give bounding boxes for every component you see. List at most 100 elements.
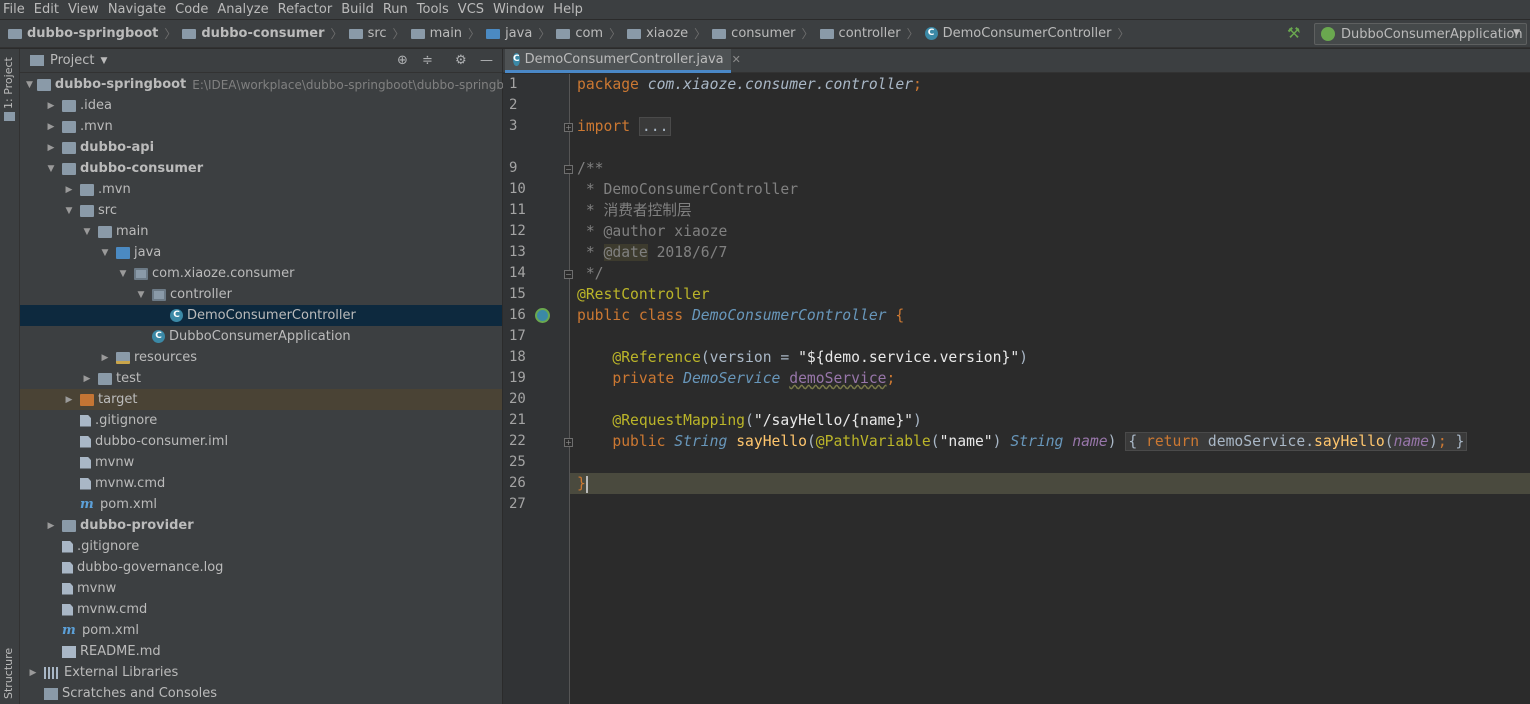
tree-item[interactable]: dubbo-governance.log <box>20 557 502 578</box>
menu-tools[interactable]: Tools <box>412 2 453 18</box>
code-line-3[interactable]: import ... <box>577 116 672 137</box>
code-line-21[interactable]: @RequestMapping("/sayHello/{name}") <box>577 410 922 431</box>
code-line-13[interactable]: * @date 2018/6/7 <box>577 242 727 263</box>
tree-item[interactable]: mvnw <box>20 452 502 473</box>
collapsed-arrow-icon[interactable]: ▶ <box>62 395 76 405</box>
menu-view[interactable]: View <box>63 2 103 18</box>
collapsed-arrow-icon[interactable]: ▶ <box>44 143 58 153</box>
expanded-arrow-icon[interactable]: ▼ <box>116 269 130 279</box>
locate-target-icon[interactable]: ⊕ <box>397 53 408 68</box>
tree-item[interactable]: ▶ .mvn <box>20 179 502 200</box>
breadcrumb-consumer[interactable]: consumer 〉 <box>708 20 815 47</box>
code-line-16[interactable]: public class DemoConsumerController { <box>577 305 904 326</box>
code-line-15[interactable]: @RestController <box>577 284 710 305</box>
collapsed-arrow-icon[interactable]: ▶ <box>98 353 112 363</box>
expanded-arrow-icon[interactable]: ▼ <box>80 227 94 237</box>
code-line-22[interactable]: public String sayHello(@PathVariable("na… <box>577 431 1468 452</box>
collapsed-arrow-icon[interactable]: ▶ <box>44 101 58 111</box>
tree-item[interactable]: C DemoConsumerController <box>20 305 502 326</box>
tree-item[interactable]: README.md <box>20 641 502 662</box>
expanded-arrow-icon[interactable]: ▼ <box>98 248 112 258</box>
code-line-14[interactable]: */ <box>577 263 604 284</box>
tree-item[interactable]: .gitignore <box>20 410 502 431</box>
menu-build[interactable]: Build <box>336 2 378 18</box>
breadcrumb-java[interactable]: java 〉 <box>482 20 552 47</box>
tree-item[interactable]: mvnw.cmd <box>20 599 502 620</box>
tree-item[interactable]: C DubboConsumerApplication <box>20 326 502 347</box>
tree-item[interactable]: ▼ dubbo-springboot E:\IDEA\workplace\dubbo… <box>20 74 519 95</box>
project-view-select[interactable]: Project <box>50 53 94 68</box>
tree-item[interactable]: ▼ main <box>20 221 502 242</box>
structure-tool-tab[interactable]: Structure <box>2 648 15 699</box>
menu-run[interactable]: Run <box>378 2 412 18</box>
code-line-9[interactable]: /** <box>577 158 604 179</box>
chevron-down-icon[interactable]: ▼ <box>100 56 107 66</box>
code-line-1[interactable]: package com.xiaoze.consumer.controller; <box>577 74 922 95</box>
collapsed-arrow-icon[interactable]: ▶ <box>44 521 58 531</box>
gear-icon[interactable]: ⚙ <box>455 53 467 68</box>
menu-window[interactable]: Window <box>488 2 548 18</box>
tree-item[interactable]: m pom.xml <box>20 620 502 641</box>
tree-item[interactable]: Scratches and Consoles <box>20 683 502 704</box>
code-line-19[interactable]: private DemoService demoService; <box>577 368 895 389</box>
tree-item[interactable]: m pom.xml <box>20 494 502 515</box>
tab-demo-consumer-controller[interactable]: C DemoConsumerController.java ✕ <box>505 49 741 73</box>
tree-item[interactable]: ▶ dubbo-provider <box>20 515 502 536</box>
run-configuration-select[interactable]: DubboConsumerApplication ▼ <box>1314 23 1527 45</box>
collapse-all-icon[interactable]: ≑ <box>422 53 433 68</box>
project-tool-tab[interactable]: 1: Project <box>2 57 15 109</box>
menu-analyze[interactable]: Analyze <box>212 2 272 18</box>
close-icon[interactable]: ✕ <box>732 53 741 66</box>
tree-item[interactable]: ▶ dubbo-api <box>20 137 502 158</box>
breadcrumb-src[interactable]: src 〉 <box>345 20 407 47</box>
breadcrumb-dubbo-consumer[interactable]: dubbo-consumer 〉 <box>178 20 344 47</box>
tree-item[interactable]: ▼ java <box>20 242 502 263</box>
minimize-icon[interactable]: — <box>480 53 493 68</box>
tree-item[interactable]: ▶ .idea <box>20 95 502 116</box>
expanded-arrow-icon[interactable]: ▼ <box>44 164 58 174</box>
tree-item[interactable]: ▼ dubbo-consumer <box>20 158 502 179</box>
tree-item[interactable]: .gitignore <box>20 536 502 557</box>
breadcrumb-xiaoze[interactable]: xiaoze 〉 <box>623 20 708 47</box>
code-line-10[interactable]: * DemoConsumerController <box>577 179 798 200</box>
tree-item[interactable]: mvnw.cmd <box>20 473 502 494</box>
tree-item[interactable]: ▶ resources <box>20 347 502 368</box>
code-line-26[interactable]: } <box>577 473 588 494</box>
tree-item[interactable]: dubbo-consumer.iml <box>20 431 502 452</box>
code-line-18[interactable]: @Reference(version = "${demo.service.ver… <box>577 347 1028 368</box>
expanded-arrow-icon[interactable]: ▼ <box>134 290 148 300</box>
build-hammer-icon[interactable]: ⚒ <box>1287 24 1300 42</box>
menu-code[interactable]: Code <box>170 2 212 18</box>
collapsed-arrow-icon[interactable]: ▶ <box>62 185 76 195</box>
breadcrumb-controller[interactable]: controller 〉 <box>816 20 921 47</box>
tree-item[interactable]: ▶ External Libraries <box>20 662 502 683</box>
breadcrumb-demo-consumer-controller[interactable]: C DemoConsumerController 〉 <box>921 20 1132 47</box>
tree-item[interactable]: ▶ .mvn <box>20 116 502 137</box>
spring-bean-class-icon[interactable] <box>535 308 550 323</box>
expanded-arrow-icon[interactable]: ▼ <box>62 206 76 216</box>
fold-marker-icon[interactable]: + <box>564 438 573 447</box>
collapsed-arrow-icon[interactable]: ▶ <box>44 122 58 132</box>
breadcrumb-dubbo-springboot[interactable]: dubbo-springboot 〉 <box>0 20 178 47</box>
collapsed-arrow-icon[interactable]: ▶ <box>26 668 40 678</box>
fold-marker-icon[interactable]: + <box>564 123 573 132</box>
menu-help[interactable]: Help <box>548 2 587 18</box>
breadcrumb-main[interactable]: main 〉 <box>407 20 483 47</box>
breadcrumb-com[interactable]: com 〉 <box>552 20 623 47</box>
menu-edit[interactable]: Edit <box>29 2 63 18</box>
code-line-11[interactable]: * 消费者控制层 <box>577 200 692 221</box>
tree-item[interactable]: ▼ src <box>20 200 502 221</box>
fold-marker-icon[interactable]: − <box>564 270 573 279</box>
fold-marker-icon[interactable]: − <box>564 165 573 174</box>
tree-item[interactable]: ▼ controller <box>20 284 502 305</box>
expanded-arrow-icon[interactable]: ▼ <box>26 80 33 90</box>
tree-item[interactable]: ▶ test <box>20 368 502 389</box>
menu-file[interactable]: File <box>0 2 29 18</box>
menu-vcs[interactable]: VCS <box>453 2 488 18</box>
menu-refactor[interactable]: Refactor <box>273 2 337 18</box>
collapsed-arrow-icon[interactable]: ▶ <box>80 374 94 384</box>
code-line-12[interactable]: * @author xiaoze <box>577 221 728 242</box>
tree-item[interactable]: ▶ target <box>20 389 502 410</box>
menu-navigate[interactable]: Navigate <box>103 2 170 18</box>
tree-item[interactable]: ▼ com.xiaoze.consumer <box>20 263 502 284</box>
